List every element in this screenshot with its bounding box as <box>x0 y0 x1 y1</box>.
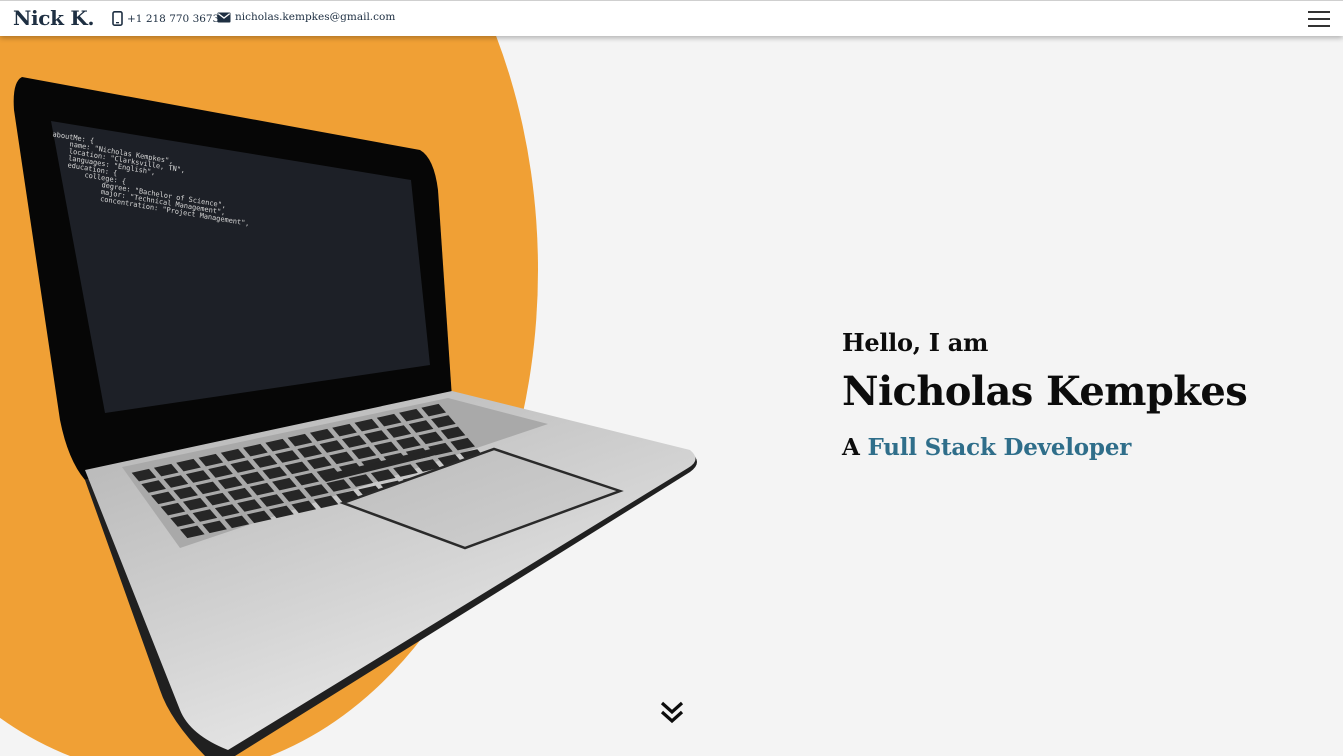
hero-section: aboutMe: { name: "Nicholas Kempkes", loc… <box>0 36 1343 756</box>
phone-link[interactable]: +1 218 770 3673 <box>112 11 219 26</box>
scroll-down-button[interactable] <box>659 700 685 726</box>
email-address: nicholas.kempkes@gmail.com <box>235 11 396 23</box>
hamburger-menu-icon <box>1308 11 1330 27</box>
brand-logo[interactable]: Nick K. <box>13 6 94 30</box>
top-navbar: Nick K. +1 218 770 3673 nicholas.kempkes… <box>0 0 1343 36</box>
greeting: Hello, I am <box>842 328 989 357</box>
email-link[interactable]: nicholas.kempkes@gmail.com <box>217 11 395 23</box>
phone-number: +1 218 770 3673 <box>127 12 220 25</box>
full-name: Nicholas Kempkes <box>842 368 1248 415</box>
menu-button[interactable] <box>1307 9 1331 29</box>
mail-icon <box>217 12 231 22</box>
role-line: A Full Stack Developer <box>842 434 1131 461</box>
role-prefix: A <box>842 434 860 461</box>
double-chevron-down-icon <box>660 701 684 724</box>
phone-icon <box>112 11 123 26</box>
intro-block: Hello, I am Nicholas Kempkes A Full Stac… <box>842 328 1248 461</box>
role-title: Full Stack Developer <box>867 434 1132 461</box>
